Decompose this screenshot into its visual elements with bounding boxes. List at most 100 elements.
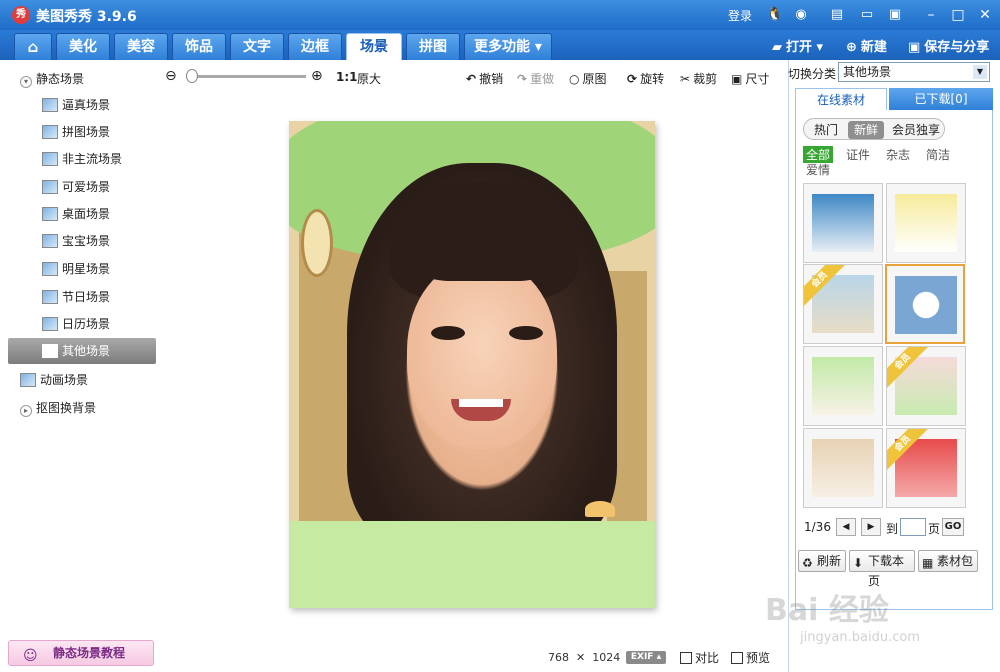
scene-grass: [289, 521, 655, 608]
sidebar-item-baby[interactable]: 宝宝场景: [42, 232, 110, 250]
sidebar-item-label: 明星场景: [62, 262, 111, 276]
page-number-input[interactable]: [900, 518, 926, 536]
tab-downloaded[interactable]: 已下载[0]: [889, 88, 993, 110]
zoom-out-icon[interactable]: ⊖: [165, 68, 177, 84]
tutorial-icon: ☺: [23, 648, 38, 664]
crop-icon: ✂: [680, 72, 691, 86]
tab-text[interactable]: 文字: [230, 33, 284, 60]
download-page-button[interactable]: ⬇ 下载本页: [849, 550, 915, 588]
scene-thumbnail[interactable]: [803, 428, 883, 508]
open-button[interactable]: ▰ 打开 ▾: [772, 36, 823, 55]
scene-photo-canvas[interactable]: [289, 121, 655, 608]
sort-vip-button[interactable]: 会员独享: [888, 121, 944, 139]
undo-icon: ↶: [466, 72, 477, 86]
expand-icon[interactable]: ▸: [20, 405, 32, 417]
undo-label: 撤销: [479, 72, 504, 86]
material-pack-button[interactable]: ▦ 素材包: [918, 550, 978, 572]
zoom-ratio-button[interactable]: 1:1: [336, 70, 358, 84]
filter-love[interactable]: 爱情: [806, 161, 830, 178]
tab-online-materials[interactable]: 在线素材: [795, 88, 887, 110]
scene-mushroom: [585, 501, 615, 517]
sidebar-item-cute[interactable]: 可爱场景: [42, 178, 110, 196]
original-icon: ○: [569, 72, 580, 86]
sidebar-item-animated[interactable]: 动画场景: [20, 371, 88, 389]
scene-thumbnail[interactable]: 会员: [886, 428, 966, 508]
go-button[interactable]: GO: [942, 518, 964, 536]
sidebar-item-other[interactable]: 其他场景: [8, 338, 156, 364]
tab-beautify[interactable]: 美化: [56, 33, 110, 60]
sort-new-button[interactable]: 新鲜: [848, 121, 884, 139]
actual-size-button[interactable]: 原大: [357, 70, 381, 87]
rotate-button[interactable]: ⟳ 旋转: [627, 70, 664, 87]
refresh-button[interactable]: ♻ 刷新: [798, 550, 846, 572]
sidebar-item-calendar[interactable]: 日历场景: [42, 315, 110, 333]
scene-thumbnail-selected[interactable]: [885, 264, 965, 344]
scene-thumbnail[interactable]: 会员: [803, 264, 883, 344]
login-link[interactable]: 登录: [728, 7, 752, 24]
sort-hot-button[interactable]: 热门: [808, 121, 844, 139]
filter-magazine[interactable]: 杂志: [886, 146, 910, 163]
save-share-button[interactable]: ▣ 保存与分享: [908, 36, 989, 55]
compare-button[interactable]: 对比: [680, 649, 719, 666]
static-scene-tutorial-button[interactable]: ☺ 静态场景教程: [8, 640, 154, 666]
tab-frame[interactable]: 边框: [288, 33, 342, 60]
sidebar-item-holiday[interactable]: 节日场景: [42, 288, 110, 306]
sidebar-item-desktop[interactable]: 桌面场景: [42, 205, 110, 223]
scene-thumbnail[interactable]: [886, 183, 966, 263]
weibo-icon[interactable]: ◉: [792, 6, 810, 24]
tab-home[interactable]: ⌂: [14, 33, 52, 60]
portrait-eye-left: [431, 326, 465, 340]
filter-id[interactable]: 证件: [846, 146, 870, 163]
scene-thumbnail[interactable]: [803, 346, 883, 426]
sidebar-item-alternative[interactable]: 非主流场景: [42, 150, 122, 168]
chevron-down-icon[interactable]: ▼: [973, 65, 987, 79]
preview-button[interactable]: 预览: [731, 649, 770, 666]
scene-thumbnail[interactable]: 会员: [886, 346, 966, 426]
maximize-button[interactable]: □: [947, 5, 969, 25]
sidebar-item-realistic[interactable]: 逼真场景: [42, 96, 110, 114]
filter-simple[interactable]: 简洁: [926, 146, 950, 163]
skin-icon[interactable]: ▤: [828, 6, 846, 24]
zoom-in-icon[interactable]: ⊕: [311, 68, 323, 84]
animation-icon: [20, 373, 36, 387]
category-select[interactable]: 其他场景 ▼: [838, 62, 990, 82]
sidebar-item-star[interactable]: 明星场景: [42, 260, 110, 278]
original-button[interactable]: ○ 原图: [569, 70, 607, 87]
sidebar-item-label: 节日场景: [62, 290, 111, 304]
compare-icon: [680, 652, 692, 664]
page-indicator: 1/36: [804, 520, 831, 534]
minimize-button[interactable]: –: [920, 5, 942, 25]
app-logo-icon: 秀: [12, 6, 30, 24]
tab-collage[interactable]: 拼图: [406, 33, 460, 60]
tree-cutout-background[interactable]: ▸ 抠图换背景: [20, 399, 96, 417]
tab-beauty[interactable]: 美容: [114, 33, 168, 60]
zoom-slider-handle[interactable]: [186, 69, 198, 83]
next-page-button[interactable]: ▶: [861, 518, 881, 536]
redo-button[interactable]: ↷ 重做: [517, 70, 554, 87]
exif-button[interactable]: EXIF ▴: [626, 651, 666, 664]
crop-button[interactable]: ✂ 裁剪: [680, 70, 717, 87]
folder-icon: ▰: [772, 40, 782, 55]
sidebar-item-label: 桌面场景: [62, 207, 111, 221]
resize-label: 尺寸: [745, 72, 770, 86]
undo-button[interactable]: ↶ 撤销: [466, 70, 503, 87]
new-button[interactable]: ⊕ 新建: [846, 36, 887, 55]
tab-accessories[interactable]: 饰品: [172, 33, 226, 60]
resize-button[interactable]: ▣ 尺寸: [731, 70, 769, 87]
sidebar-item-collage[interactable]: 拼图场景: [42, 123, 110, 141]
original-label: 原图: [582, 72, 607, 86]
feedback-icon[interactable]: ▭: [858, 6, 876, 24]
zoom-slider[interactable]: [186, 75, 306, 78]
prev-page-button[interactable]: ◀: [836, 518, 856, 536]
scene-thumb-icon: [42, 98, 58, 112]
collapse-icon[interactable]: ▾: [20, 76, 32, 88]
scene-thumbnail[interactable]: [803, 183, 883, 263]
close-button[interactable]: ✕: [974, 5, 996, 25]
menu-icon[interactable]: ▣: [886, 6, 904, 24]
sidebar-item-label: 拼图场景: [62, 125, 111, 139]
tab-more-features[interactable]: 更多功能 ▾: [464, 33, 552, 60]
tab-scene[interactable]: 场景: [346, 33, 402, 60]
qq-icon[interactable]: 🐧: [766, 6, 784, 24]
tree-cutout-label: 抠图换背景: [36, 401, 97, 415]
tree-static-scenes[interactable]: ▾ 静态场景: [20, 70, 84, 88]
